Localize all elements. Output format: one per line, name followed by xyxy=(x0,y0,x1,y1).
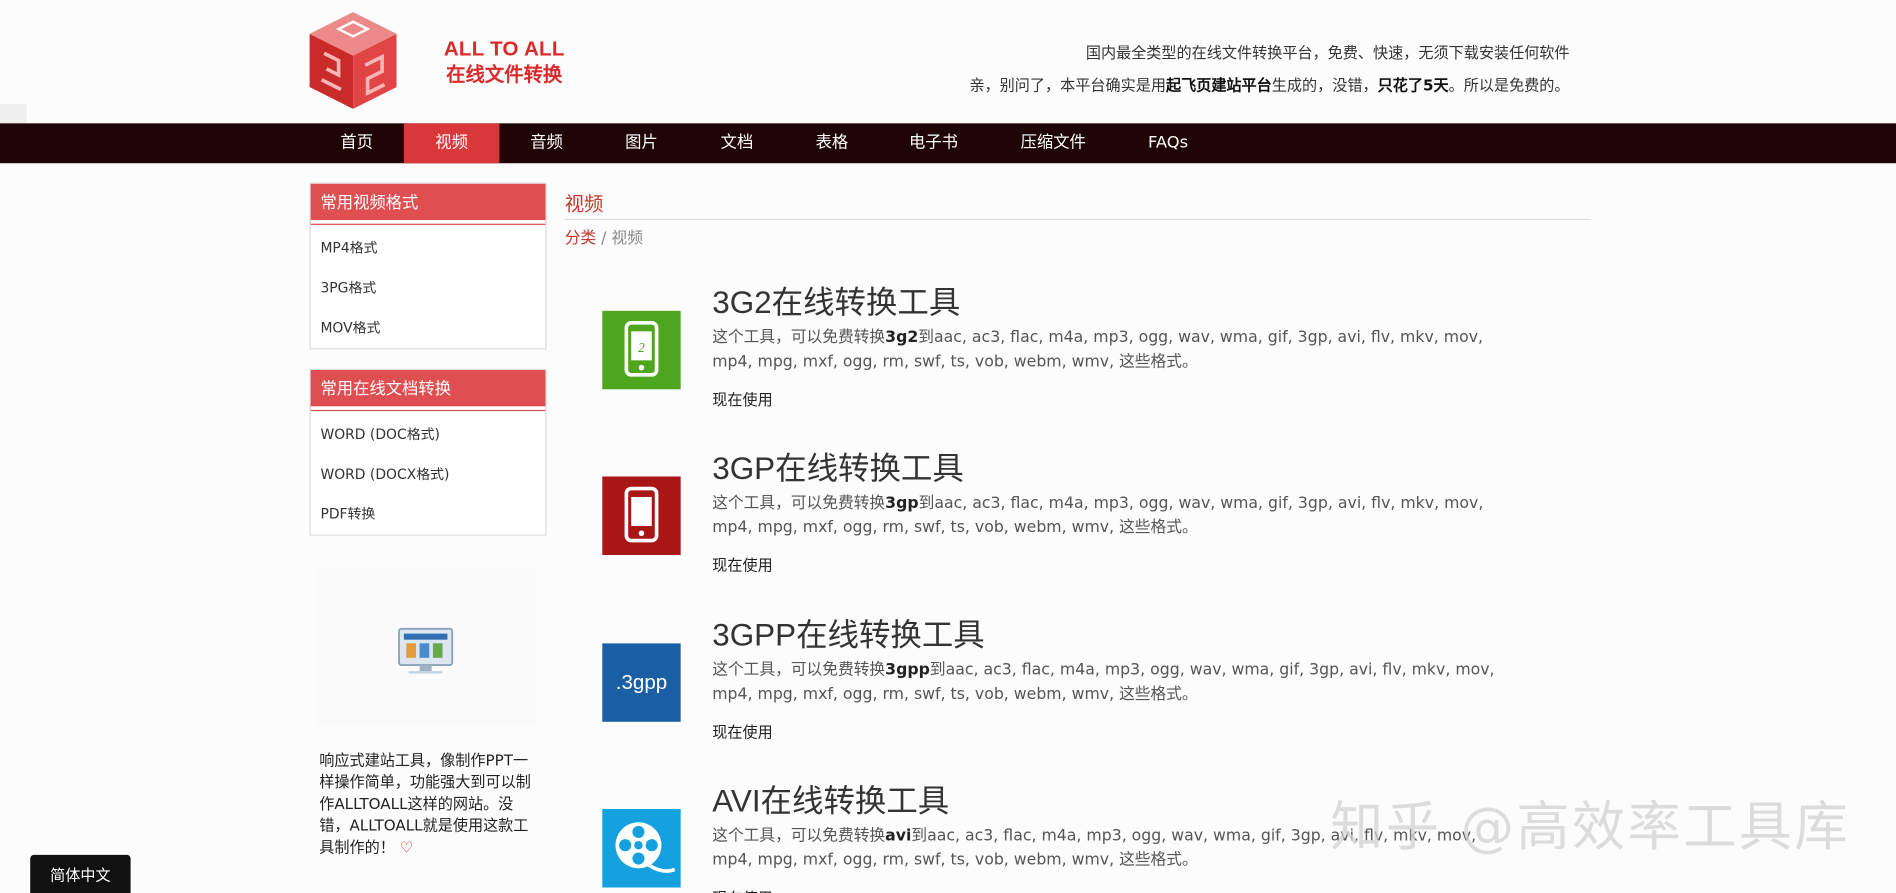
sidebar-video-title: 常用视频格式 xyxy=(310,183,546,224)
sidebar-item-doc[interactable]: WORD (DOC格式) xyxy=(311,415,546,455)
nav-item-spreadsheet[interactable]: 表格 xyxy=(785,123,879,163)
tool-card-3gpp: .3gpp 3GPP在线转换工具 这个工具，可以免费转换3gpp到aac, ac… xyxy=(602,611,1569,768)
tool-name-3gpp[interactable]: 3GPP在线转换工具 xyxy=(712,611,985,656)
sidebar-item-mp4[interactable]: MP4格式 xyxy=(311,229,546,269)
desc-format: 3gp xyxy=(885,494,919,513)
nav-item-document[interactable]: 文档 xyxy=(689,123,785,163)
desc-format: 3gpp xyxy=(885,661,930,680)
tagline-text: 亲，别问了，本平台确实是用 xyxy=(969,76,1166,95)
header-tagline-2: 亲，别问了，本平台确实是用起飞页建站平台生成的，没错，只花了5天。所以是免费的。 xyxy=(969,73,1569,96)
breadcrumb-current: 视频 xyxy=(611,229,643,248)
title-divider xyxy=(564,218,1591,221)
breadcrumb-category-link[interactable]: 分类 xyxy=(565,230,596,248)
tool-desc-3gp: 这个工具，可以免费转换3gp到aac, ac3, flac, m4a, mp3,… xyxy=(712,492,1510,540)
logo-line1: ALL TO ALL xyxy=(443,37,565,61)
main-navbar: 首页 视频 音频 图片 文档 表格 电子书 压缩文件 FAQs xyxy=(0,123,1896,164)
phone-icon-red[interactable] xyxy=(602,476,681,556)
sidebar-item-3pg[interactable]: 3PG格式 xyxy=(311,268,546,308)
tool-name-3gp[interactable]: 3GP在线转换工具 xyxy=(712,444,964,489)
use-now-link-avi[interactable]: 现在使用 xyxy=(712,885,772,893)
header-tagline-1: 国内最全类型的在线文件转换平台，免费、快速，无须下载安装任何软件 xyxy=(1085,43,1570,62)
desc-prefix: 这个工具，可以免费转换 xyxy=(712,827,886,846)
promo-computer-image[interactable] xyxy=(316,568,537,726)
language-button[interactable]: 简体中文 xyxy=(30,854,131,893)
nav-item-audio[interactable]: 音频 xyxy=(499,123,593,163)
use-now-link-3gp[interactable]: 现在使用 xyxy=(712,553,772,576)
tool-card-3gp: 3GP在线转换工具 这个工具，可以免费转换3gp到aac, ac3, flac,… xyxy=(602,444,1569,601)
use-now-link-3g2[interactable]: 现在使用 xyxy=(712,387,772,410)
sidebar-item-pdf[interactable]: PDF转换 xyxy=(311,495,546,535)
phone-icon-label: 2 xyxy=(638,340,645,355)
page-title: 视频 xyxy=(564,192,604,216)
sidebar-doc-convert: 常用在线文档转换 WORD (DOC格式) WORD (DOCX格式) PDF转… xyxy=(309,368,547,536)
sidebar-item-docx[interactable]: WORD (DOCX格式) xyxy=(311,455,546,495)
nav-item-ebook[interactable]: 电子书 xyxy=(879,123,988,163)
logo-line2: 在线文件转换 xyxy=(446,65,563,86)
desc-format: avi xyxy=(885,827,912,846)
desc-prefix: 这个工具，可以免费转换 xyxy=(712,661,886,680)
tagline-bold-days: 只花了5天 xyxy=(1377,76,1449,95)
tagline-text: 生成的，没错， xyxy=(1271,76,1378,95)
promo-text-content: 响应式建站工具，像制作PPT一样操作简单，功能强大到可以制作ALLTOALL这样… xyxy=(319,750,531,857)
edge-tab[interactable] xyxy=(0,103,27,124)
desc-format: 3g2 xyxy=(885,328,919,348)
breadcrumb-separator: / xyxy=(601,229,607,248)
3gpp-icon[interactable]: .3gpp xyxy=(602,643,681,722)
film-reel-icon[interactable] xyxy=(602,808,681,888)
logo-text[interactable]: ALL TO ALL 在线文件转换 xyxy=(438,36,571,89)
tagline-bold-platform: 起飞页建站平台 xyxy=(1165,76,1272,95)
nav-item-image[interactable]: 图片 xyxy=(594,123,690,163)
heart-icon: ♡ xyxy=(399,837,414,857)
nav-item-faqs[interactable]: FAQs xyxy=(1119,123,1218,163)
use-now-link-3gpp[interactable]: 现在使用 xyxy=(712,719,772,742)
3gpp-icon-label: .3gpp xyxy=(616,671,667,694)
tool-desc-3g2: 这个工具，可以免费转换3g2到aac, ac3, flac, m4a, mp3,… xyxy=(712,326,1510,374)
nav-item-archive[interactable]: 压缩文件 xyxy=(988,123,1119,163)
tool-name-avi[interactable]: AVI在线转换工具 xyxy=(712,776,949,821)
logo-cube-icon[interactable] xyxy=(309,12,397,109)
sidebar-doc-title: 常用在线文档转换 xyxy=(310,370,546,410)
phone-icon-green[interactable]: 2 xyxy=(602,310,681,390)
sidebar-item-mov[interactable]: MOV格式 xyxy=(311,308,546,348)
desc-prefix: 这个工具，可以免费转换 xyxy=(712,328,886,348)
tool-desc-3gpp: 这个工具，可以免费转换3gpp到aac, ac3, flac, m4a, mp3… xyxy=(712,659,1510,707)
nav-item-home[interactable]: 首页 xyxy=(308,123,405,163)
nav-item-video[interactable]: 视频 xyxy=(403,123,500,164)
breadcrumb: 分类 / 视频 xyxy=(565,225,643,248)
watermark: 知乎 @高效率工具库 xyxy=(1330,796,1851,859)
desc-prefix: 这个工具，可以免费转换 xyxy=(712,494,886,513)
sidebar-video-formats: 常用视频格式 MP4格式 3PG格式 MOV格式 xyxy=(309,182,547,350)
promo-text: 响应式建站工具，像制作PPT一样操作简单，功能强大到可以制作ALLTOALL这样… xyxy=(319,750,537,859)
tool-card-3g2: 2 3G2在线转换工具 这个工具，可以免费转换3g2到aac, ac3, fla… xyxy=(602,278,1569,435)
tagline-text: 。所以是免费的。 xyxy=(1448,76,1570,95)
tool-name-3g2[interactable]: 3G2在线转换工具 xyxy=(712,278,960,323)
